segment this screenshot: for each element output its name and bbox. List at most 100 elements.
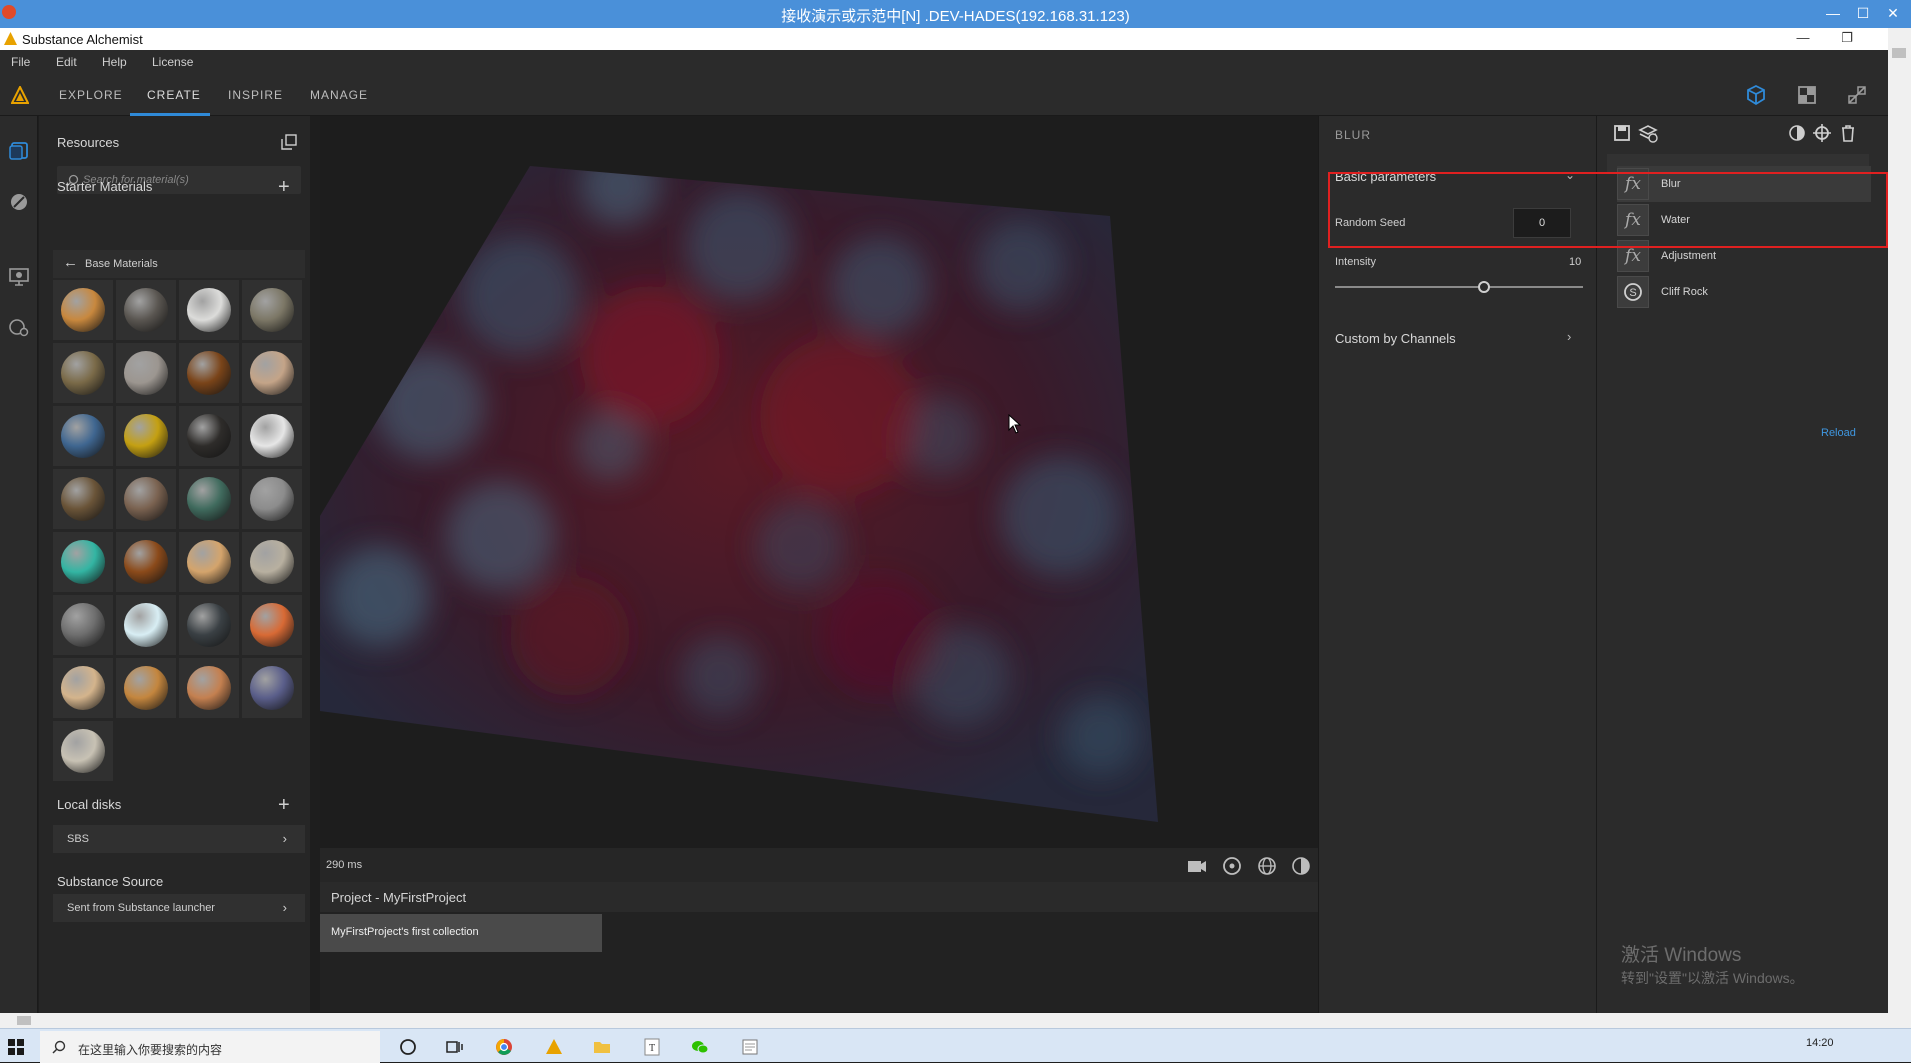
3d-view-icon[interactable] <box>1745 84 1767 106</box>
material-thumbnail[interactable] <box>179 406 239 466</box>
notepad-icon[interactable] <box>740 1037 760 1057</box>
substance-icon[interactable] <box>544 1037 564 1057</box>
material-thumbnail[interactable] <box>242 406 302 466</box>
back-arrow-icon[interactable]: ← <box>63 254 78 271</box>
folder-icon[interactable] <box>592 1037 612 1057</box>
trash-icon[interactable] <box>1837 122 1859 144</box>
material-thumbnail[interactable] <box>179 469 239 529</box>
windows-start-icon[interactable] <box>8 1039 24 1055</box>
split-view-icon[interactable] <box>1846 84 1868 106</box>
material-thumbnail[interactable] <box>116 280 176 340</box>
material-thumbnail[interactable] <box>53 280 113 340</box>
typora-icon[interactable]: T <box>642 1037 662 1057</box>
material-thumbnail[interactable] <box>53 532 113 592</box>
material-thumbnail[interactable] <box>116 469 176 529</box>
material-sphere <box>124 351 168 395</box>
material-sphere <box>61 603 105 647</box>
horizontal-scroll-thumb[interactable] <box>17 1016 31 1025</box>
chevron-right-icon: › <box>282 900 287 915</box>
horizontal-scrollbar[interactable] <box>0 1013 1888 1028</box>
2d-view-icon[interactable] <box>1796 84 1818 106</box>
vertical-scroll-thumb[interactable] <box>1892 48 1906 58</box>
menu-edit[interactable]: Edit <box>56 55 77 69</box>
save-icon[interactable] <box>1611 122 1633 144</box>
menu-file[interactable]: File <box>11 55 30 69</box>
remote-maximize-button[interactable]: ☐ <box>1848 2 1878 24</box>
material-thumbnail[interactable] <box>53 469 113 529</box>
layer-item-cliff-rock[interactable]: S Cliff Rock <box>1617 274 1871 310</box>
material-thumbnail[interactable] <box>53 595 113 655</box>
add-starter-button[interactable]: + <box>278 177 290 197</box>
collection-item[interactable]: MyFirstProject's first collection <box>320 914 602 952</box>
material-sphere <box>124 414 168 458</box>
base-materials-header[interactable]: ← Base Materials <box>53 250 305 278</box>
material-thumbnail[interactable] <box>179 595 239 655</box>
add-filter-icon[interactable] <box>1811 122 1833 144</box>
source-item[interactable]: Sent from Substance launcher › <box>53 894 305 922</box>
material-thumbnail[interactable] <box>179 532 239 592</box>
material-thumbnail[interactable] <box>116 343 176 403</box>
app-restore-button[interactable]: ❐ <box>1832 28 1862 50</box>
svg-text:S: S <box>1629 287 1636 299</box>
material-thumbnail[interactable] <box>242 469 302 529</box>
material-thumbnail[interactable] <box>53 721 113 781</box>
remote-minimize-button[interactable]: — <box>1818 2 1848 24</box>
tab-explore[interactable]: EXPLORE <box>59 88 123 102</box>
material-thumbnail[interactable] <box>242 280 302 340</box>
substance-logo-icon <box>4 32 17 45</box>
chrome-icon[interactable] <box>494 1037 514 1057</box>
material-thumbnail[interactable] <box>53 406 113 466</box>
remote-close-button[interactable]: ✕ <box>1878 2 1908 24</box>
vertical-scrollbar[interactable] <box>1888 28 1911 1028</box>
material-thumbnail[interactable] <box>242 343 302 403</box>
cortana-icon[interactable] <box>398 1037 418 1057</box>
material-thumbnail[interactable] <box>179 658 239 718</box>
material-thumbnail[interactable] <box>179 280 239 340</box>
chevron-right-icon[interactable]: › <box>1567 329 1571 344</box>
app-minimize-button[interactable]: — <box>1788 28 1818 50</box>
taskbar-search-box[interactable]: 在这里输入你要搜索的内容 <box>40 1031 380 1063</box>
material-thumbnail[interactable] <box>242 532 302 592</box>
material-thumbnail[interactable] <box>53 343 113 403</box>
chevron-right-icon: › <box>282 831 287 846</box>
render-icon[interactable] <box>8 266 30 288</box>
material-sphere <box>124 540 168 584</box>
resources-icon[interactable] <box>8 140 30 162</box>
material-thumbnail[interactable] <box>116 532 176 592</box>
camera-icon[interactable] <box>1186 855 1208 877</box>
material-thumbnail[interactable] <box>53 658 113 718</box>
mask-icon[interactable] <box>1786 122 1808 144</box>
intensity-slider-handle[interactable] <box>1477 281 1490 293</box>
environment-icon[interactable] <box>1256 855 1278 877</box>
material-thumbnail[interactable] <box>116 406 176 466</box>
source-item-label: Sent from Substance launcher <box>67 902 215 914</box>
material-thumbnail[interactable] <box>242 595 302 655</box>
intensity-slider-track[interactable] <box>1335 286 1583 288</box>
material-thumbnail[interactable] <box>116 595 176 655</box>
menu-license[interactable]: License <box>152 55 193 69</box>
material-preview-plane[interactable] <box>320 116 1318 848</box>
local-disk-item[interactable]: SBS › <box>53 825 305 853</box>
reload-link[interactable]: Reload <box>1821 427 1856 439</box>
material-thumbnail[interactable] <box>242 658 302 718</box>
expand-panel-icon[interactable] <box>281 134 297 150</box>
wechat-icon[interactable] <box>690 1037 710 1057</box>
project-header <box>320 882 1318 912</box>
custom-by-channels-header[interactable]: Custom by Channels <box>1335 331 1456 346</box>
layers-icon[interactable] <box>1637 122 1659 144</box>
3d-viewport[interactable] <box>320 116 1318 848</box>
material-thumbnail[interactable] <box>116 658 176 718</box>
tab-create[interactable]: CREATE <box>147 88 201 102</box>
rotate-view-icon[interactable] <box>1221 855 1243 877</box>
tab-inspire[interactable]: INSPIRE <box>228 88 283 102</box>
tab-manage[interactable]: MANAGE <box>310 88 368 102</box>
task-view-icon[interactable] <box>444 1037 464 1057</box>
layers-panel: fx Blur fx Water fx Adjustment S Cliff R… <box>1596 116 1888 1013</box>
material-icon[interactable] <box>8 191 30 213</box>
settings-icon[interactable] <box>8 316 30 338</box>
add-local-disk-button[interactable]: + <box>278 795 290 815</box>
material-thumbnail[interactable] <box>179 343 239 403</box>
display-mode-icon[interactable] <box>1290 855 1312 877</box>
menu-help[interactable]: Help <box>102 55 127 69</box>
starter-materials-title: Starter Materials <box>57 179 153 194</box>
